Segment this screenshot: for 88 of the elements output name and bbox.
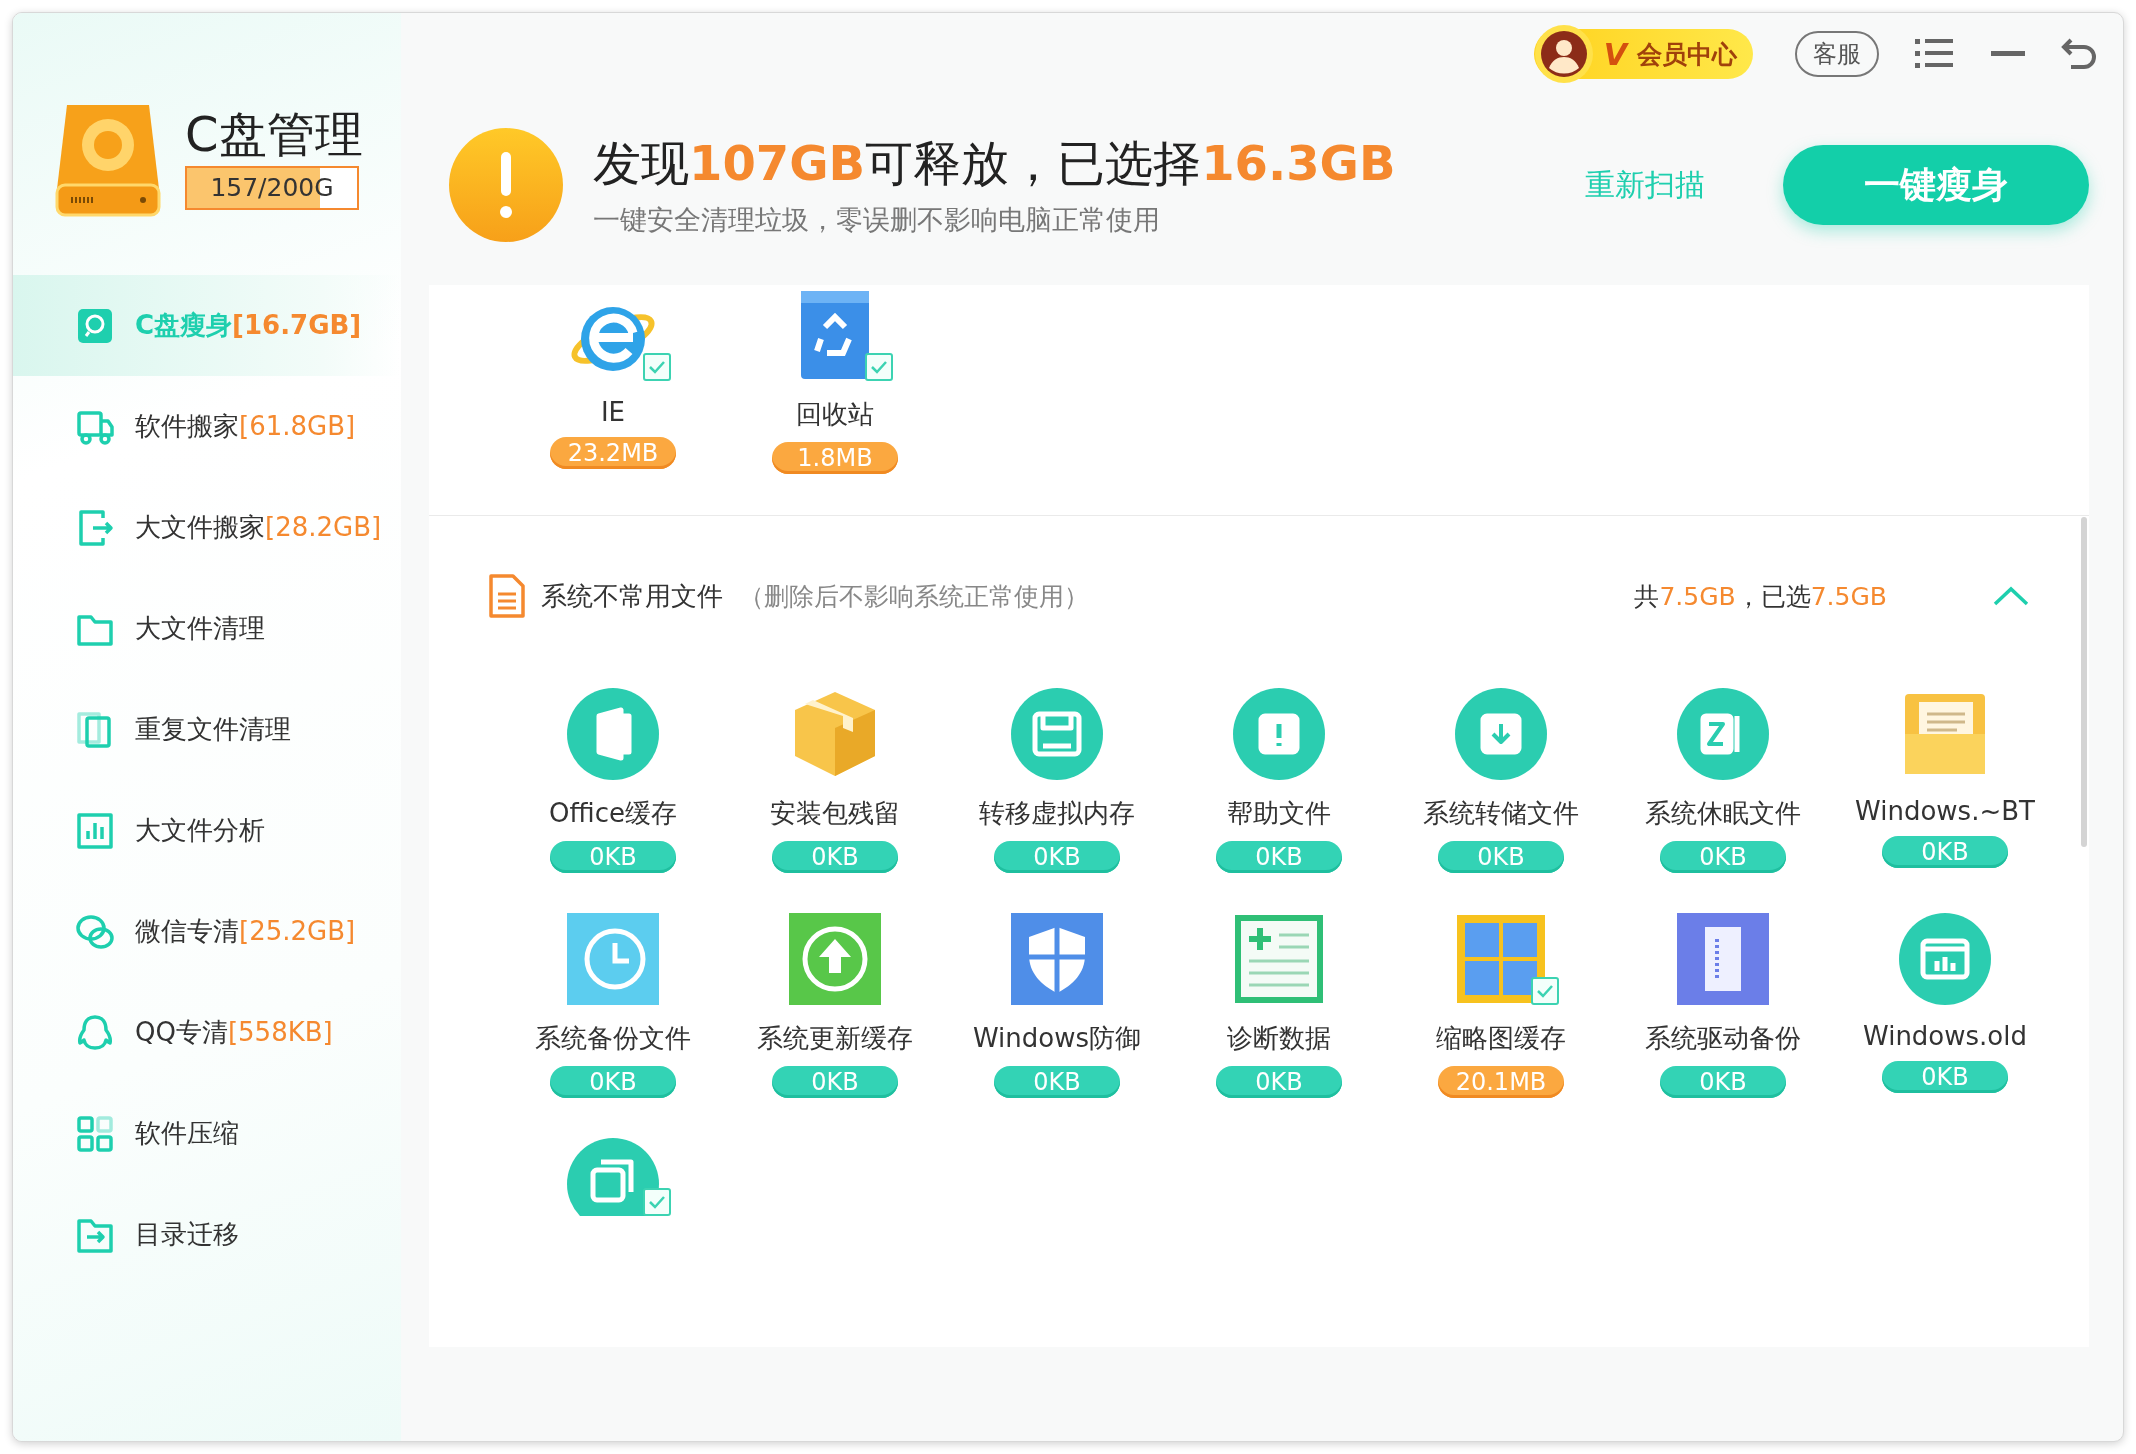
sidebar-label: QQ专清[558KB] bbox=[135, 1016, 333, 1049]
subtitle: 一键安全清理垃圾，零误删不影响电脑正常使用 bbox=[593, 203, 1161, 237]
item-label: 系统备份文件 bbox=[535, 1022, 691, 1055]
customer-service-button[interactable]: 客服 bbox=[1795, 31, 1879, 77]
checkmark-icon bbox=[870, 360, 888, 374]
checkbox[interactable] bbox=[865, 353, 893, 381]
item-label: 回收站 bbox=[796, 398, 874, 431]
size-badge: 23.2MB bbox=[550, 437, 676, 469]
sidebar-item[interactable]: 软件搬家[61.8GB] bbox=[13, 376, 401, 477]
size-badge: 0KB bbox=[550, 841, 676, 873]
window-chart-icon bbox=[1899, 913, 1991, 1005]
size-badge: 0KB bbox=[1660, 841, 1786, 873]
sidebar-item[interactable]: 大文件搬家[28.2GB] bbox=[13, 477, 401, 578]
item-label: 诊断数据 bbox=[1227, 1022, 1331, 1055]
alert-circle-icon bbox=[1233, 688, 1325, 780]
checkmark-icon bbox=[1536, 984, 1554, 998]
size-badge: 0KB bbox=[1216, 841, 1342, 873]
size-badge: 1.8MB bbox=[772, 442, 898, 474]
item-label: 缩略图缓存 bbox=[1436, 1022, 1566, 1055]
item-label: Office缓存 bbox=[549, 797, 677, 830]
sidebar-label: 大文件搬家[28.2GB] bbox=[135, 511, 382, 544]
sidebar-item[interactable]: 大文件分析 bbox=[13, 780, 401, 881]
item-label: Windows.~BT bbox=[1855, 796, 2035, 826]
size-badge: 0KB bbox=[1660, 1066, 1786, 1098]
checkbox[interactable] bbox=[1531, 977, 1559, 1005]
item-label: 系统驱动备份 bbox=[1645, 1022, 1801, 1055]
section-title: 系统不常用文件 bbox=[541, 579, 723, 613]
item-label: 系统更新缓存 bbox=[757, 1022, 913, 1055]
size-badge: 0KB bbox=[772, 1066, 898, 1098]
grid-icon bbox=[75, 1113, 115, 1154]
warning-icon bbox=[447, 126, 565, 244]
download-circle-icon bbox=[1455, 688, 1547, 780]
sidebar-label: 大文件清理 bbox=[135, 612, 265, 645]
back-icon[interactable] bbox=[2061, 37, 2097, 71]
scrollbar[interactable] bbox=[2081, 517, 2087, 847]
sidebar-item[interactable]: 微信专清[25.2GB] bbox=[13, 881, 401, 982]
size-badge: 0KB bbox=[1882, 1061, 2008, 1093]
collapse-chevron-icon[interactable] bbox=[1993, 586, 2029, 606]
checkbox[interactable] bbox=[643, 1188, 671, 1216]
sidebar-item[interactable]: 软件压缩 bbox=[13, 1083, 401, 1184]
avatar-icon bbox=[1533, 24, 1594, 84]
item-label: Windows防御 bbox=[972, 1022, 1142, 1055]
item-label: 系统休眠文件 bbox=[1645, 797, 1801, 830]
vip-mark: V bbox=[1603, 36, 1627, 72]
sidebar-item[interactable]: 目录迁移 bbox=[13, 1184, 401, 1285]
size-badge: 0KB bbox=[1882, 836, 2008, 868]
size-badge: 20.1MB bbox=[1438, 1066, 1564, 1098]
sidebar-label: 大文件分析 bbox=[135, 814, 265, 847]
vip-label: 会员中心 bbox=[1637, 38, 1737, 71]
size-badge: 0KB bbox=[550, 1066, 676, 1098]
section-note: （删除后不影响系统正常使用） bbox=[739, 580, 1090, 613]
minimize-icon[interactable] bbox=[1991, 51, 2025, 57]
server-icon bbox=[1677, 913, 1769, 1005]
item-label: IE bbox=[600, 397, 626, 427]
sidebar-label: 软件搬家[61.8GB] bbox=[135, 410, 356, 443]
sidebar-item[interactable]: 重复文件清理 bbox=[13, 679, 401, 780]
item-label: 安装包残留 bbox=[770, 797, 900, 830]
headline: 发现107GB可释放，已选择16.3GB bbox=[593, 134, 1397, 193]
sidebar-item[interactable]: 大文件清理 bbox=[13, 578, 401, 679]
floppy-circle-icon bbox=[1011, 688, 1103, 780]
sidebar-item[interactable]: QQ专清[558KB] bbox=[13, 982, 401, 1083]
size-badge: 0KB bbox=[994, 841, 1120, 873]
checkmark-icon bbox=[648, 1195, 666, 1209]
sidebar-label: 重复文件清理 bbox=[135, 713, 291, 746]
item-label: 转移虚拟内存 bbox=[979, 797, 1135, 830]
shield-icon bbox=[1011, 913, 1103, 1005]
size-badge: 0KB bbox=[1216, 1066, 1342, 1098]
size-badge: 0KB bbox=[994, 1066, 1120, 1098]
checkbox[interactable] bbox=[643, 353, 671, 381]
clock-icon bbox=[567, 913, 659, 1005]
size-badge: 0KB bbox=[1438, 841, 1564, 873]
sidebar-label: 目录迁移 bbox=[135, 1218, 239, 1251]
menu-icon[interactable] bbox=[1915, 37, 1955, 71]
bar-chart-icon bbox=[75, 810, 115, 851]
sidebar-label: 微信专清[25.2GB] bbox=[135, 915, 356, 948]
sidebar-label: 软件压缩 bbox=[135, 1117, 239, 1150]
sidebar-label: C盘瘦身[16.7GB] bbox=[135, 309, 362, 342]
image-grid-icon bbox=[1455, 913, 1547, 1005]
penguin-outline-icon bbox=[75, 1012, 115, 1053]
item-label: Windows.old bbox=[1863, 1021, 2027, 1051]
chart-document-icon bbox=[1233, 913, 1325, 1005]
document-icon bbox=[489, 574, 525, 618]
checkmark-icon bbox=[648, 360, 666, 374]
section-summary: 共7.5GB，已选7.5GB bbox=[1634, 580, 1887, 613]
app-title: C盘管理 bbox=[185, 107, 363, 161]
item-label: 帮助文件 bbox=[1227, 797, 1331, 830]
size-badge: 0KB bbox=[772, 841, 898, 873]
item-label: 系统转储文件 bbox=[1423, 797, 1579, 830]
